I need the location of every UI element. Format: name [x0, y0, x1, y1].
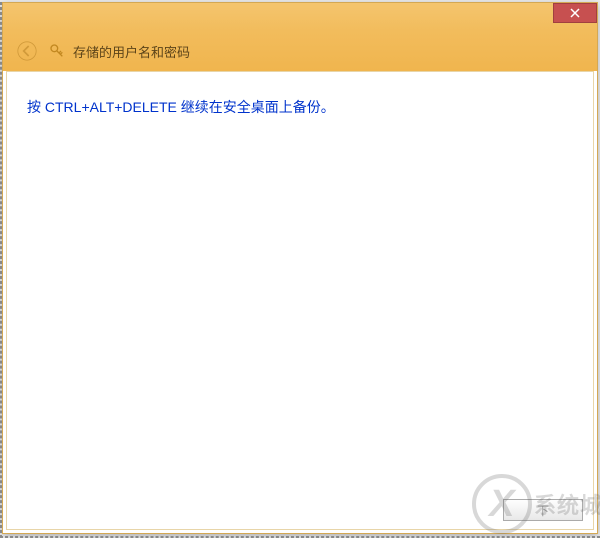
header-bar: 存储的用户名和密码 — [3, 31, 597, 71]
back-arrow-icon — [17, 41, 37, 61]
instruction-message: 按 CTRL+ALT+DELETE 继续在安全桌面上备份。 — [27, 97, 573, 117]
dialog-window: 存储的用户名和密码 按 CTRL+ALT+DELETE 继续在安全桌面上备份。 … — [2, 2, 598, 534]
footer-buttons: 下 — [503, 499, 583, 521]
close-icon — [570, 8, 580, 18]
close-button[interactable] — [553, 3, 597, 23]
key-icon — [49, 43, 65, 59]
next-button[interactable]: 下 — [503, 499, 583, 521]
content-area: 按 CTRL+ALT+DELETE 继续在安全桌面上备份。 下 X 系统城 — [6, 71, 594, 530]
window-title: 存储的用户名和密码 — [73, 42, 190, 61]
titlebar — [3, 3, 597, 31]
back-button[interactable] — [13, 37, 41, 65]
